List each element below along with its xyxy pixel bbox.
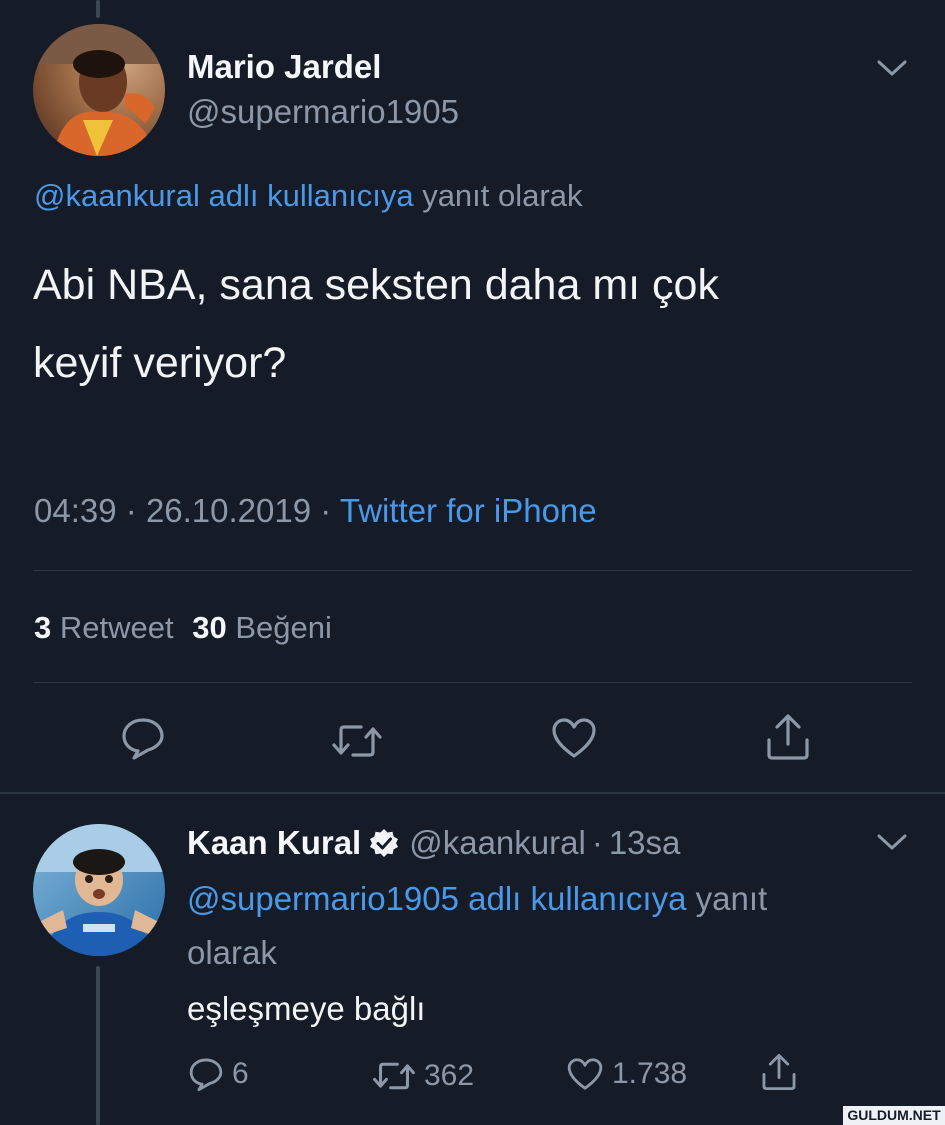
meta-separator: · [320,492,332,529]
share-button[interactable] [760,1052,798,1092]
retweet-count: 362 [424,1059,475,1092]
avatar[interactable] [33,824,165,956]
reply-context-suffix: olarak [187,934,277,971]
reply-context-suffix: yanıt [695,880,768,917]
reply-header: Kaan Kural @kaankural · 13sa [187,824,680,862]
tweet-date: 26.10.2019 [145,492,312,529]
reply-button[interactable] [120,716,166,760]
divider [34,570,912,571]
thread-line-reply [96,966,100,1125]
tweet-meta: 04:39 · 26.10.2019 · Twitter for iPhone [34,492,597,530]
reply-time[interactable]: 13sa [609,824,681,862]
like-stat[interactable]: 30 Beğeni [192,610,332,645]
reply-separator: · [591,824,603,861]
tweet-text: Abi NBA, sana seksten daha mı çok keyif … [33,246,719,402]
reply-context-link[interactable]: @supermario1905 adlı kullanıcıya [187,880,686,917]
retweet-icon [373,1062,415,1090]
chevron-down-icon[interactable] [876,58,908,78]
retweet-button[interactable]: 362 [372,1059,474,1093]
tweet-stats: 3 Retweet 30 Beğeni [34,610,332,646]
like-count: 30 [192,610,227,645]
share-button[interactable] [764,712,812,762]
avatar[interactable] [33,24,165,156]
reply-author-name[interactable]: Kaan Kural [187,824,361,862]
reply-button[interactable]: 6 [188,1056,249,1092]
author-name[interactable]: Mario Jardel [187,48,381,86]
like-button[interactable] [550,716,598,760]
meta-separator: · [125,492,137,529]
heart-icon [567,1058,603,1090]
reply-icon [189,1058,223,1092]
tweet-source-link[interactable]: Twitter for iPhone [340,492,597,529]
reply-context-suffix: yanıt olarak [422,178,583,213]
reply-count: 6 [232,1057,249,1090]
retweet-count: 3 [34,610,52,645]
like-count: 1.738 [612,1057,688,1090]
divider [34,682,912,683]
tweet-time: 04:39 [34,492,117,529]
chevron-down-icon[interactable] [876,832,908,852]
share-icon [762,1053,796,1091]
reply-context: @kaankural adlı kullanıcıya yanıt olarak [34,178,582,214]
thread-line-top [96,0,100,18]
reply-text: eşleşmeye bağlı [187,990,426,1027]
like-button[interactable]: 1.738 [566,1056,687,1092]
share-icon [767,714,809,760]
like-label: Beğeni [235,610,332,645]
tweet-text-line-1: Abi NBA, sana seksten daha mı çok [33,261,719,309]
watermark: GULDUM.NET [843,1106,945,1125]
verified-badge-icon [369,828,399,858]
retweet-stat[interactable]: 3 Retweet [34,610,182,645]
heart-icon [552,718,596,758]
retweet-button[interactable] [331,722,383,760]
divider [0,792,945,794]
author-handle[interactable]: @supermario1905 [187,93,459,131]
reply-author-handle[interactable]: @kaankural [409,824,586,862]
reply-context: @supermario1905 adlı kullanıcıya yanıt o… [187,872,887,980]
reply-context-link[interactable]: @kaankural adlı kullanıcıya [34,178,414,213]
tweet-text-line-2: keyif veriyor? [33,339,287,387]
retweet-label: Retweet [59,610,174,645]
retweet-icon [332,725,382,757]
reply-icon [122,718,164,760]
